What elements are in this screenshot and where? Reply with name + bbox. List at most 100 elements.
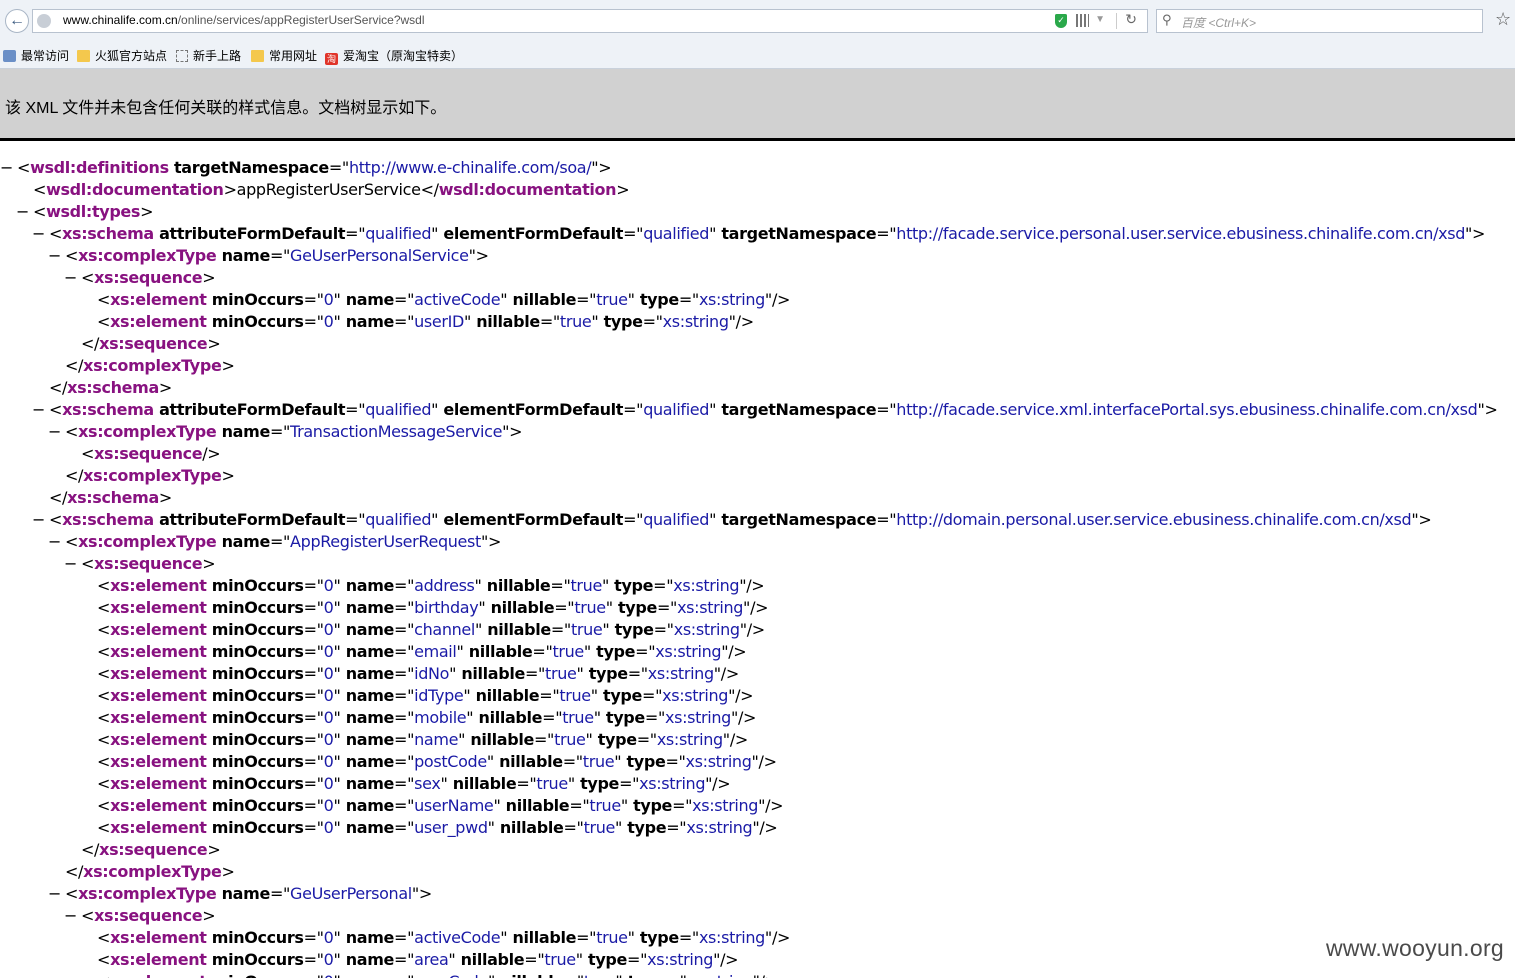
xml-line: <xs:sequence/> bbox=[64, 443, 221, 465]
equals: =" bbox=[562, 752, 583, 771]
bookmark-common-sites[interactable]: 常用网址 bbox=[251, 47, 317, 64]
bookmark-label: 最常访问 bbox=[21, 49, 70, 63]
attr-value: true bbox=[544, 950, 576, 969]
attr-name: nillable bbox=[447, 774, 517, 793]
attr-value: xs:string bbox=[685, 752, 752, 771]
xml-line: <xs:element minOccurs="0" name="name" ni… bbox=[80, 729, 748, 751]
quote: " bbox=[713, 664, 721, 683]
collapse-toggle[interactable]: − bbox=[48, 421, 65, 443]
reload-icon[interactable]: ↻ bbox=[1125, 11, 1137, 28]
equals: =" bbox=[876, 510, 897, 529]
attr-name: name bbox=[340, 730, 395, 749]
attr-name: name bbox=[340, 576, 395, 595]
bracket: </ bbox=[65, 356, 84, 375]
attr-value: xs:string bbox=[647, 950, 714, 969]
attr-name: type bbox=[582, 950, 628, 969]
attr-name: name bbox=[216, 422, 271, 441]
bookmark-getting-started[interactable]: 新手上路 bbox=[176, 47, 241, 64]
dropdown-arrow-icon[interactable]: ▼ bbox=[1095, 14, 1105, 25]
equals: =" bbox=[576, 290, 597, 309]
search-bar[interactable]: ⚲ 百度 <Ctrl+K> bbox=[1156, 9, 1483, 33]
collapse-toggle[interactable]: − bbox=[64, 905, 81, 927]
attr-value: 0 bbox=[323, 774, 334, 793]
bookmark-star-icon[interactable]: ☆ bbox=[1495, 9, 1511, 30]
attr-name: type bbox=[597, 686, 643, 705]
bracket: /> bbox=[765, 796, 784, 815]
navigation-toolbar: ← www.chinalife.com.cn/online/services/a… bbox=[0, 0, 1515, 42]
xml-line: − <xs:complexType name="GeUserPersonal"> bbox=[48, 883, 432, 905]
bracket: < bbox=[65, 532, 79, 551]
equals: =" bbox=[394, 664, 415, 683]
collapse-toggle[interactable]: − bbox=[48, 883, 65, 905]
attr-name: minOccurs bbox=[206, 312, 304, 331]
bracket: < bbox=[17, 158, 31, 177]
attr-name: nillable bbox=[465, 730, 534, 749]
quote: " bbox=[728, 312, 736, 331]
bracket: < bbox=[81, 554, 95, 573]
attr-name: nillable bbox=[456, 664, 525, 683]
collapse-toggle[interactable]: − bbox=[48, 245, 65, 267]
xml-line: </xs:sequence> bbox=[64, 839, 221, 861]
bookmark-most-visited[interactable]: 最常访问 bbox=[3, 47, 69, 64]
bracket: > bbox=[509, 422, 523, 441]
equals: =" bbox=[394, 928, 415, 947]
url-text[interactable]: www.chinalife.com.cn/online/services/app… bbox=[63, 13, 425, 27]
bracket: /> bbox=[720, 664, 739, 683]
xml-line: − <xs:schema attributeFormDefault="qualif… bbox=[32, 399, 1498, 421]
attr-value: true bbox=[582, 752, 615, 771]
site-identity-icon[interactable] bbox=[37, 14, 51, 28]
bracket: > bbox=[207, 334, 221, 353]
attr-value: xs:string bbox=[639, 774, 706, 793]
equals: =" bbox=[619, 774, 640, 793]
collapse-toggle[interactable]: − bbox=[16, 201, 33, 223]
collapse-toggle[interactable]: − bbox=[64, 553, 81, 575]
collapse-toggle[interactable]: − bbox=[32, 509, 49, 531]
address-bar[interactable]: www.chinalife.com.cn/online/services/app… bbox=[32, 9, 1148, 33]
equals: =" bbox=[666, 818, 687, 837]
attr-name: name bbox=[340, 664, 395, 683]
collapse-toggle[interactable]: − bbox=[64, 267, 81, 289]
xml-line: <xs:element minOccurs="0" name="channel"… bbox=[80, 619, 765, 641]
attr-value: true bbox=[589, 796, 621, 815]
xml-line: <xs:element minOccurs="0" name="mobile" … bbox=[80, 707, 756, 729]
bracket: > bbox=[418, 884, 432, 903]
attr-value: true bbox=[596, 290, 628, 309]
equals: =" bbox=[533, 730, 555, 749]
collapse-toggle[interactable]: − bbox=[32, 223, 49, 245]
collapse-toggle[interactable]: − bbox=[48, 531, 65, 553]
bookmark-firefox-official[interactable]: 火狐官方站点 bbox=[77, 47, 167, 64]
xml-line: − <xs:complexType name="GeUserPersonalSer… bbox=[48, 245, 489, 267]
attr-name: nillable bbox=[500, 796, 570, 815]
page-icon bbox=[176, 50, 188, 62]
bracket: < bbox=[49, 510, 63, 529]
xml-line: − <xs:schema attributeFormDefault="qualif… bbox=[32, 509, 1432, 531]
quote: " bbox=[333, 598, 341, 617]
xml-line: </xs:complexType> bbox=[48, 355, 235, 377]
bracket: > bbox=[140, 202, 154, 221]
collapse-toggle[interactable]: − bbox=[0, 157, 17, 179]
attr-name: name bbox=[340, 950, 395, 969]
back-arrow-icon[interactable]: ← bbox=[5, 9, 29, 33]
attr-name: elementFormDefault bbox=[438, 510, 624, 529]
quote: " bbox=[333, 730, 341, 749]
attr-value: idType bbox=[414, 686, 464, 705]
shield-icon[interactable]: ✓ bbox=[1055, 14, 1067, 28]
tag-name: xs:complexType bbox=[83, 356, 222, 375]
attr-name: nillable bbox=[507, 290, 577, 309]
quote: " bbox=[475, 620, 483, 639]
bookmark-ai-taobao[interactable]: 淘爱淘宝（原淘宝特卖） bbox=[325, 47, 463, 65]
attr-name: name bbox=[340, 686, 395, 705]
collapse-toggle[interactable]: − bbox=[32, 399, 49, 421]
tag-name: xs:complexType bbox=[78, 532, 217, 551]
bracket: /> bbox=[758, 752, 777, 771]
equals: =" bbox=[303, 950, 324, 969]
tag-name: xs:element bbox=[110, 796, 207, 815]
bracket: /> bbox=[771, 290, 791, 309]
equals: =" bbox=[345, 224, 366, 243]
attr-value: xs:string bbox=[677, 598, 744, 617]
quote: " bbox=[585, 730, 593, 749]
qr-code-icon[interactable] bbox=[1076, 14, 1089, 27]
tag-name: xs:sequence bbox=[94, 268, 203, 287]
bracket: /> bbox=[735, 686, 754, 705]
tag-name: wsdl:definitions bbox=[30, 158, 169, 177]
